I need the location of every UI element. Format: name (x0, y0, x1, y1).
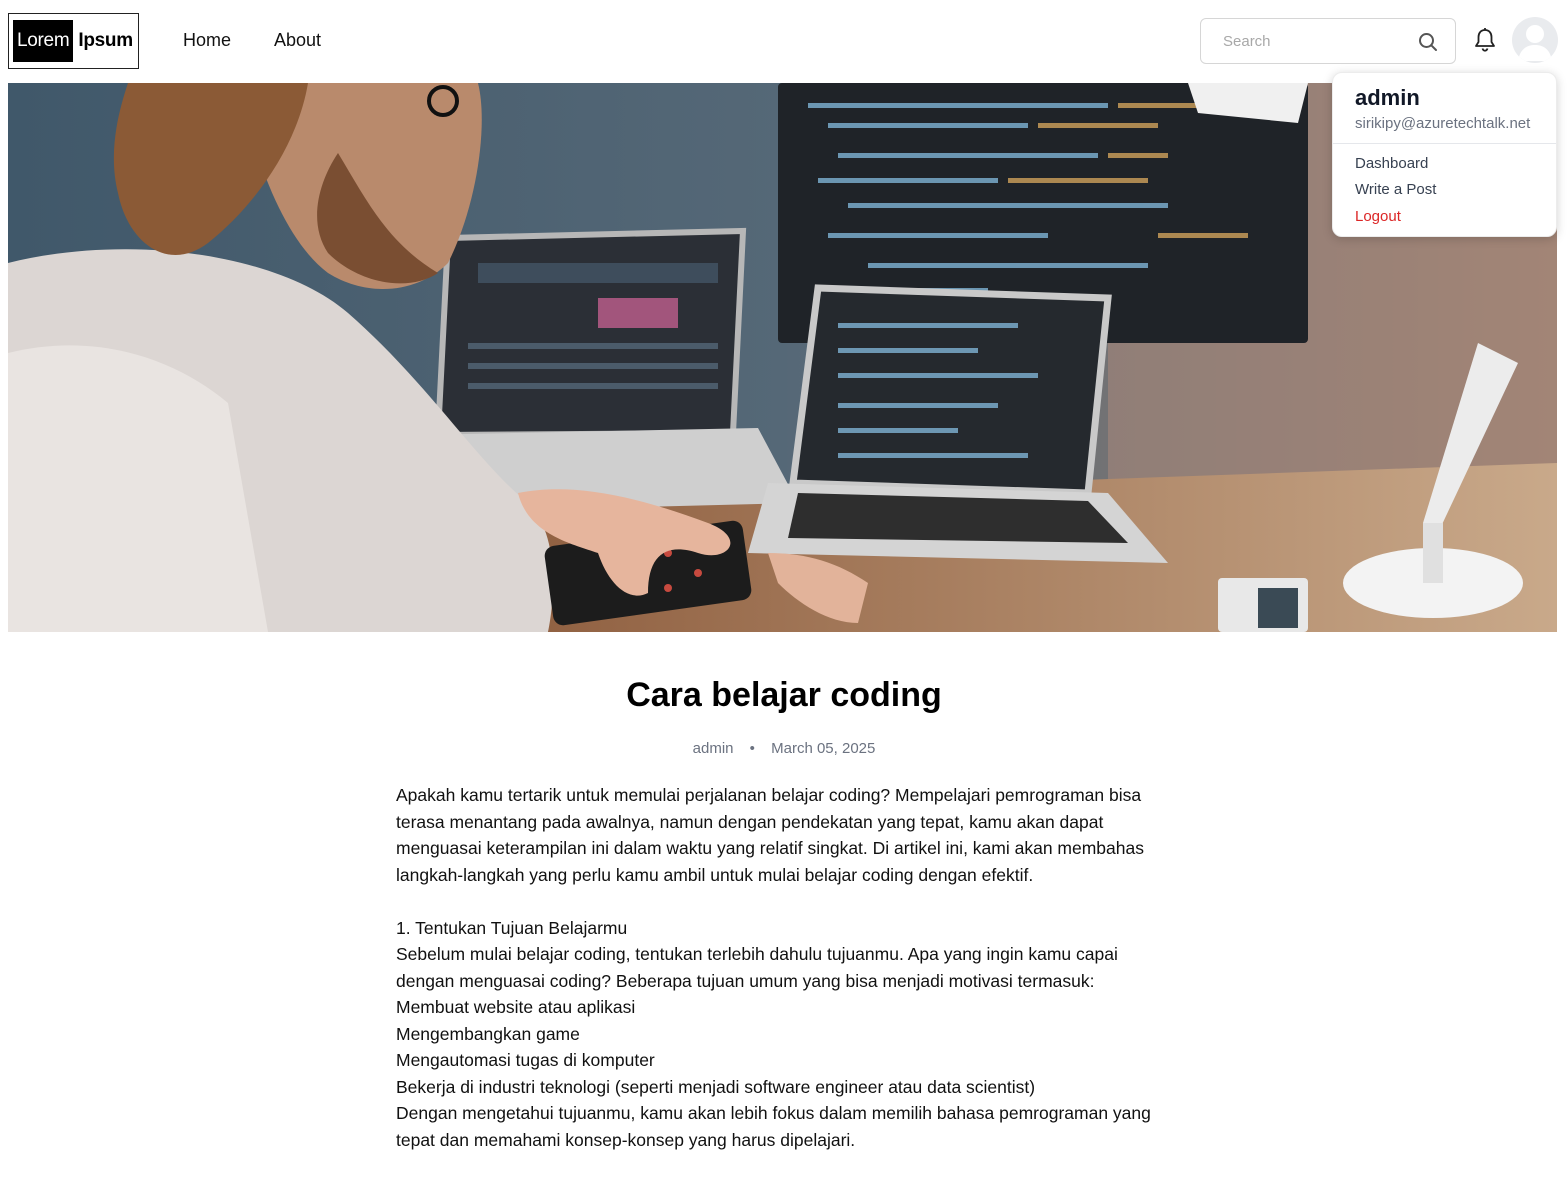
bell-icon[interactable] (1472, 26, 1498, 54)
search-icon[interactable] (1417, 31, 1439, 53)
section-outro-paragraph: Dengan mengetahui tujuanmu, kamu akan le… (396, 1103, 1151, 1150)
search-input[interactable] (1223, 32, 1403, 50)
menu-item-write-post[interactable]: Write a Post (1355, 181, 1436, 198)
post-meta: admin • March 05, 2025 (0, 740, 1568, 757)
search-box (1200, 18, 1456, 64)
logo-text-light: Ipsum (78, 30, 133, 51)
post-date: March 05, 2025 (771, 740, 876, 757)
user-avatar-icon[interactable] (1512, 17, 1558, 63)
section-heading: 1. Tentukan Tujuan Belajarmu (396, 917, 628, 938)
nav-about-link[interactable]: About (274, 30, 321, 51)
logo-text-dark: Lorem (13, 20, 74, 62)
nav-home-link[interactable]: Home (183, 30, 231, 51)
goal-item: Mengautomasi tugas di komputer (396, 1050, 655, 1070)
hero-image (8, 83, 1557, 632)
user-name: admin (1355, 85, 1420, 110)
menu-item-dashboard[interactable]: Dashboard (1355, 155, 1428, 172)
menu-item-logout[interactable]: Logout (1355, 208, 1401, 225)
site-header: Lorem Ipsum Home About (0, 0, 1568, 82)
post-author[interactable]: admin (693, 740, 734, 757)
goal-item: Membuat website atau aplikasi (396, 997, 636, 1017)
site-logo[interactable]: Lorem Ipsum (8, 13, 139, 69)
post-title: Cara belajar coding (626, 676, 942, 714)
section-intro-paragraph: Sebelum mulai belajar coding, tentukan t… (396, 944, 1118, 991)
post-intro-paragraph: Apakah kamu tertarik untuk memulai perja… (396, 785, 1144, 885)
meta-separator: • (749, 740, 755, 757)
goal-item: Mengembangkan game (396, 1023, 580, 1044)
user-dropdown-menu: admin sirikipy@azuretechtalk.net Dashboa… (1332, 72, 1557, 237)
user-email: sirikipy@azuretechtalk.net (1355, 115, 1531, 132)
goal-item: Bekerja di industri teknologi (seperti m… (396, 1076, 1036, 1097)
menu-divider (1333, 143, 1556, 144)
post-body: Apakah kamu tertarik untuk memulai perja… (396, 782, 1172, 1153)
